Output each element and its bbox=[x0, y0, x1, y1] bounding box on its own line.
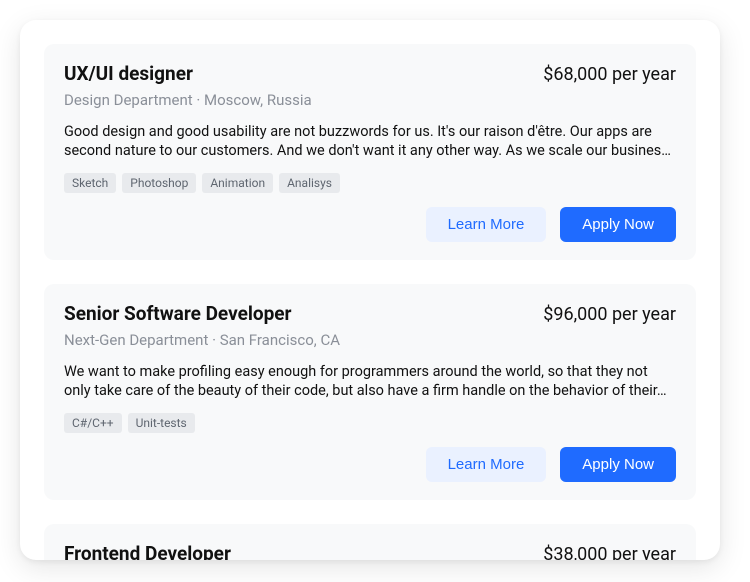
job-tag: Unit-tests bbox=[128, 413, 195, 433]
learn-more-button[interactable]: Learn More bbox=[426, 207, 547, 242]
job-salary: $96,000 per year bbox=[543, 304, 676, 325]
job-tag: Animation bbox=[202, 173, 273, 193]
job-header: UX/UI designer $68,000 per year bbox=[64, 62, 676, 86]
job-salary: $38,000 per year bbox=[543, 544, 676, 560]
job-salary: $68,000 per year bbox=[543, 64, 676, 85]
job-description: Good design and good usability are not b… bbox=[64, 122, 676, 161]
job-title: Frontend Developer bbox=[64, 542, 231, 560]
job-tag: C#/C++ bbox=[64, 413, 122, 433]
job-title: UX/UI designer bbox=[64, 62, 193, 86]
job-tags: C#/C++ Unit-tests bbox=[64, 413, 676, 433]
job-tag: Analisys bbox=[279, 173, 340, 193]
page-root: UX/UI designer $68,000 per year Design D… bbox=[0, 0, 750, 582]
apply-now-button[interactable]: Apply Now bbox=[560, 447, 676, 482]
jobs-card: UX/UI designer $68,000 per year Design D… bbox=[20, 20, 720, 560]
job-listing: UX/UI designer $68,000 per year Design D… bbox=[44, 44, 696, 260]
job-tag: Sketch bbox=[64, 173, 116, 193]
learn-more-button[interactable]: Learn More bbox=[426, 447, 547, 482]
job-tag: Photoshop bbox=[122, 173, 196, 193]
job-description: We want to make profiling easy enough fo… bbox=[64, 362, 676, 401]
job-title: Senior Software Developer bbox=[64, 302, 292, 326]
job-actions: Learn More Apply Now bbox=[64, 447, 676, 482]
apply-now-button[interactable]: Apply Now bbox=[560, 207, 676, 242]
job-tags: Sketch Photoshop Animation Analisys bbox=[64, 173, 676, 193]
job-header: Senior Software Developer $96,000 per ye… bbox=[64, 302, 676, 326]
job-listing: Frontend Developer $38,000 per year Depa… bbox=[44, 524, 696, 560]
job-header: Frontend Developer $38,000 per year bbox=[64, 542, 676, 560]
job-actions: Learn More Apply Now bbox=[64, 207, 676, 242]
job-subline: Next-Gen Department · San Francisco, CA bbox=[64, 331, 676, 349]
job-listing: Senior Software Developer $96,000 per ye… bbox=[44, 284, 696, 500]
job-subline: Design Department · Moscow, Russia bbox=[64, 91, 676, 109]
